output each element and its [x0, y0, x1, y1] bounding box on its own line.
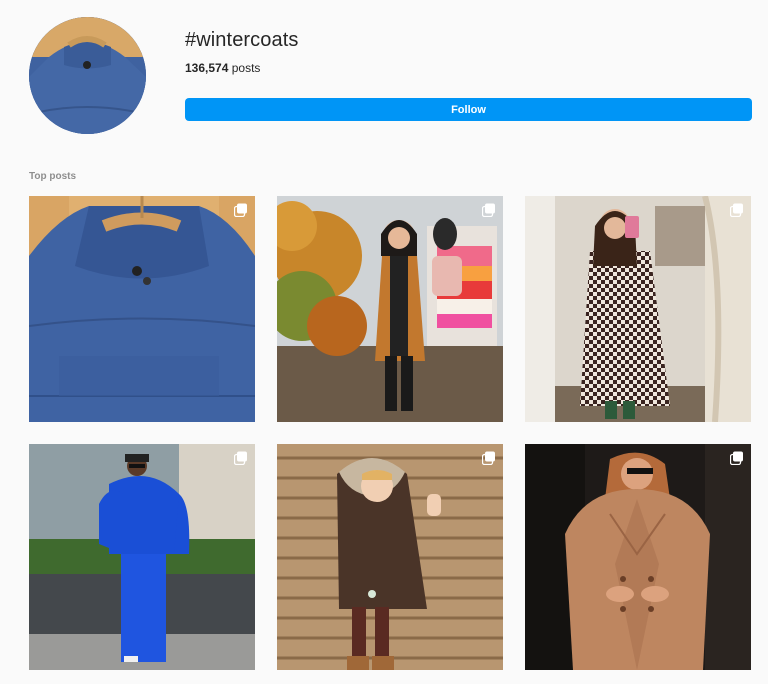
top-posts-grid — [29, 196, 752, 670]
post-thumbnail[interactable] — [277, 444, 503, 670]
post-image-camel-coat-woman — [277, 196, 503, 422]
post-thumbnail[interactable] — [277, 196, 503, 422]
multiple-images-icon — [234, 451, 247, 465]
hashtag-page: #wintercoats 136,574 posts Follow Top po… — [0, 0, 768, 684]
post-image-camel-double-breasted — [525, 444, 751, 670]
post-image-blue-jacket — [29, 196, 255, 422]
multiple-images-icon — [730, 451, 743, 465]
multiple-images-icon — [482, 451, 495, 465]
post-thumbnail[interactable] — [525, 444, 751, 670]
post-thumbnail[interactable] — [29, 444, 255, 670]
hashtag-avatar — [29, 17, 146, 134]
multiple-images-icon — [234, 203, 247, 217]
post-count-number: 136,574 — [185, 61, 229, 75]
top-posts-label: Top posts — [29, 171, 77, 182]
follow-button[interactable]: Follow — [185, 98, 752, 121]
multiple-images-icon — [482, 203, 495, 217]
hashtag-title: #wintercoats — [185, 29, 299, 51]
post-image-blue-puffer — [29, 444, 255, 670]
avatar-image — [29, 17, 146, 134]
post-image-houndstooth-coat — [525, 196, 751, 422]
post-thumbnail[interactable] — [525, 196, 751, 422]
post-count-suffix: posts — [228, 61, 261, 75]
multiple-images-icon — [730, 203, 743, 217]
post-count: 136,574 posts — [185, 61, 260, 75]
post-image-child-parka — [277, 444, 503, 670]
post-thumbnail[interactable] — [29, 196, 255, 422]
